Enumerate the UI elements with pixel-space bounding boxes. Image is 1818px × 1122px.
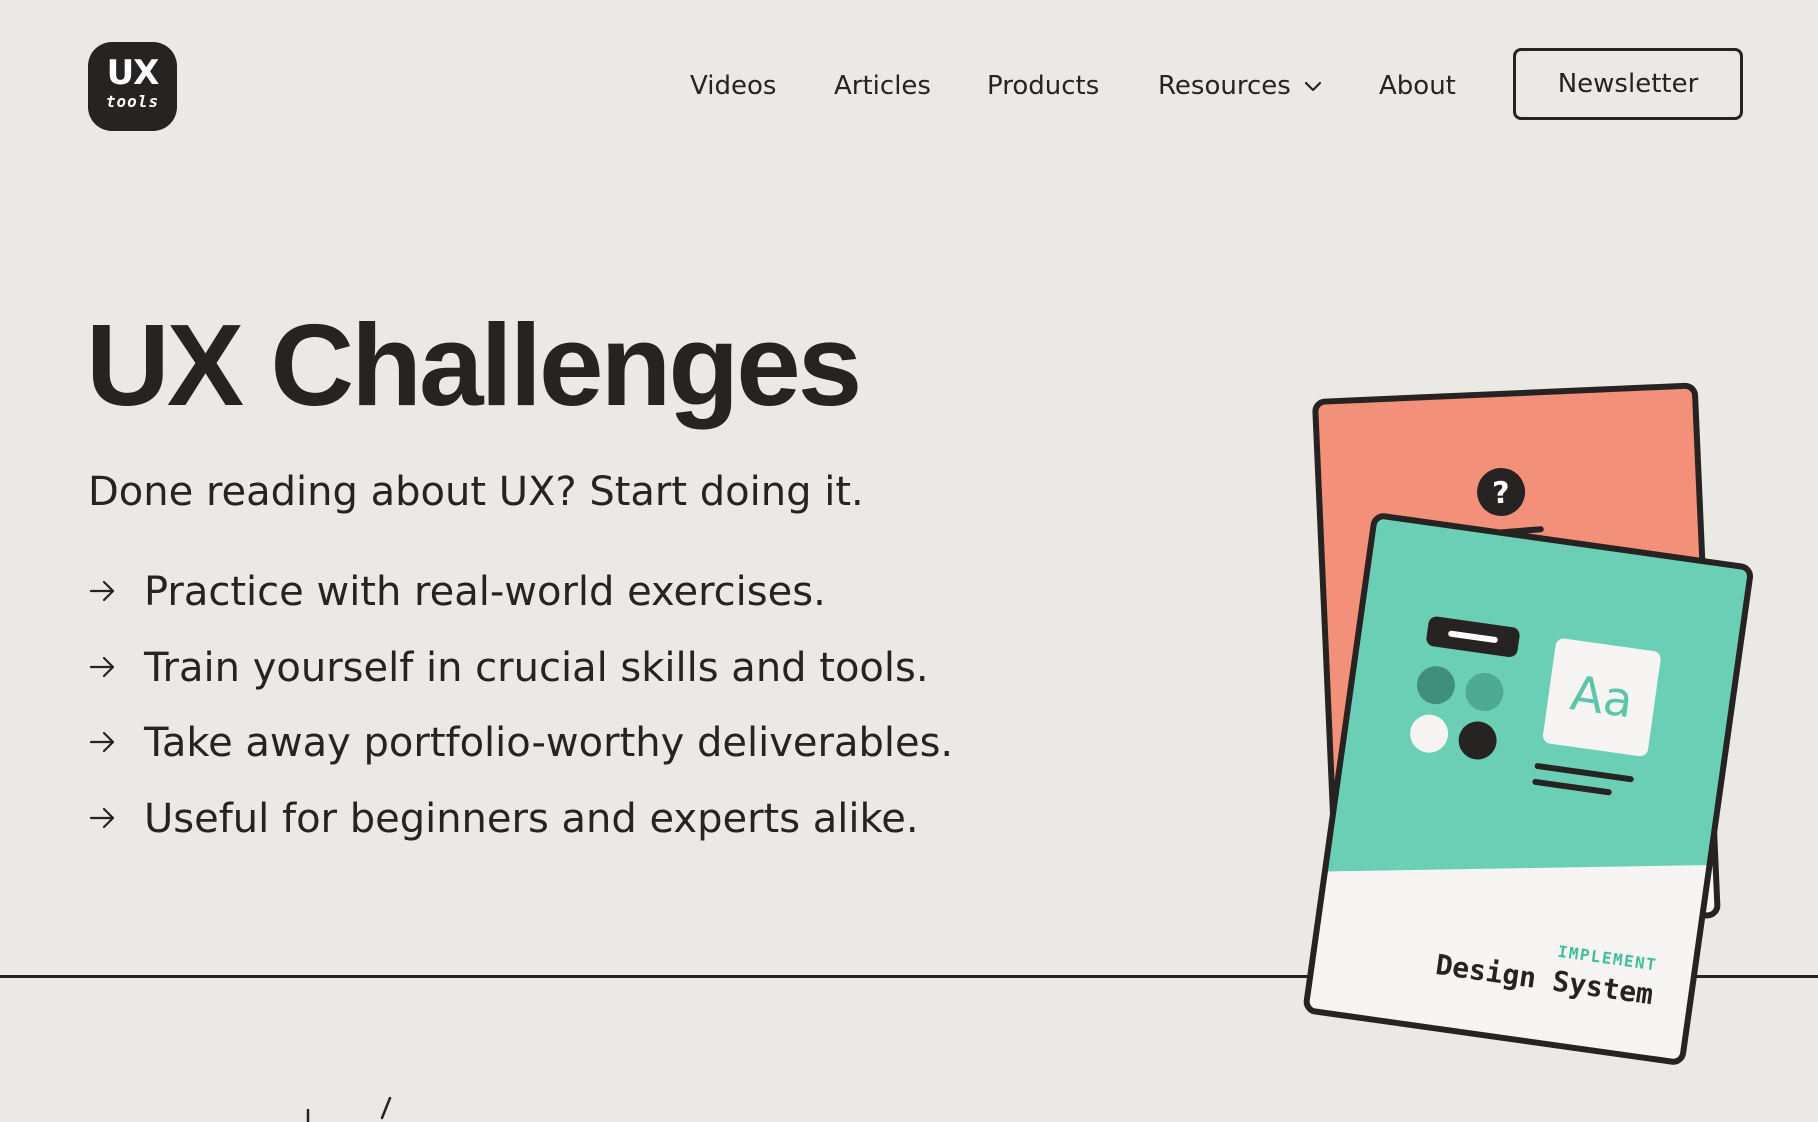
nav-link-resources[interactable]: Resources [1158,68,1291,104]
hero-subtitle: Done reading about UX? Start doing it. [88,469,864,515]
nav-link-articles[interactable]: Articles [834,68,931,104]
logo-ux-text: UX [106,53,160,93]
newsletter-button[interactable]: Newsletter [1513,48,1743,120]
arrow-right-icon [89,807,115,829]
nav-link-videos[interactable]: Videos [690,68,776,104]
page-title: UX Challenges [86,300,862,430]
logo-tools-text: tools [105,92,160,111]
challenge-cards-illustration: ? Aa IMPLEMENT Design System [1303,382,1754,1065]
nav-link-products[interactable]: Products [987,68,1099,104]
arrow-right-icon [89,731,115,753]
feature-text: Practice with real-world exercises. [144,569,826,615]
chevron-down-icon[interactable] [1303,78,1323,96]
challenge-card-front: Aa IMPLEMENT Design System [1303,513,1754,1065]
feature-text: Train yourself in crucial skills and too… [144,645,929,691]
nav-link-about[interactable]: About [1379,68,1456,104]
uxtools-logo[interactable]: UX tools [88,42,177,131]
arrow-right-icon [89,580,115,602]
decorative-scribble [306,1096,392,1122]
feature-text: Useful for beginners and experts alike. [144,796,919,842]
typography-sample: Aa [1567,665,1636,729]
arrow-right-icon [89,656,115,678]
feature-text: Take away portfolio-worthy deliverables. [144,720,954,766]
card-back-badge: ? [1492,476,1511,512]
site-header: UX tools Videos Articles Products Resour… [0,0,1818,172]
